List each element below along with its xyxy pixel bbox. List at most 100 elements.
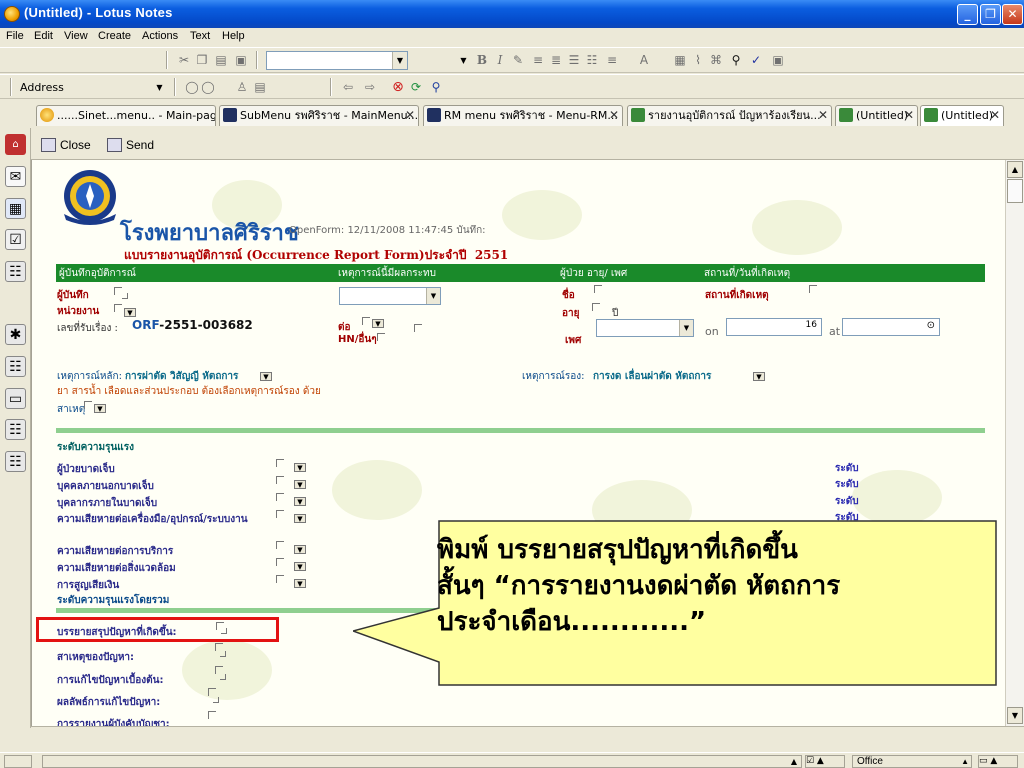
severity-dropdown-icon[interactable]: ▼ — [294, 562, 306, 571]
severity-dropdown-icon[interactable]: ▼ — [294, 545, 306, 554]
link-icon[interactable]: ⌘ — [708, 52, 724, 68]
severity-dropdown-icon[interactable]: ▼ — [294, 579, 306, 588]
chat-icon[interactable]: ◯ — [200, 79, 216, 95]
close-tab-icon[interactable]: ✕ — [904, 106, 914, 125]
clock-icon[interactable]: ⊙ — [927, 320, 935, 331]
forward-icon[interactable]: ⇨ — [362, 79, 378, 95]
refresh-icon[interactable]: ⟳ — [408, 79, 424, 95]
tab-untitled-2[interactable]: (Untitled) ✕ — [920, 105, 1004, 126]
to-dropdown-icon[interactable]: ▼ — [372, 319, 384, 328]
recorder-field[interactable] — [114, 287, 122, 295]
image-icon[interactable]: ▣ — [770, 52, 786, 68]
severity-field[interactable] — [276, 558, 284, 566]
tab-incident-report[interactable]: รายงานอุบัติการณ์ ปัญหาร้องเรียน... ✕ — [627, 105, 832, 126]
menu-edit[interactable]: Edit — [34, 30, 53, 42]
severity-field[interactable] — [276, 493, 284, 501]
cut-icon[interactable]: ✂ — [176, 52, 192, 68]
tab-sinet-menu[interactable]: ......Sinet...menu.. - Main-page... — [36, 105, 216, 126]
replicator-icon[interactable]: ✱ — [5, 324, 26, 345]
italic-icon[interactable]: I — [492, 52, 508, 68]
close-tab-icon[interactable]: ✕ — [818, 106, 828, 125]
copy-link-icon[interactable]: ▣ — [233, 52, 249, 68]
place-field[interactable] — [809, 285, 817, 293]
menu-text[interactable]: Text — [190, 30, 210, 42]
person-icon[interactable]: ♙ — [234, 79, 250, 95]
text-properties-icon[interactable]: A — [636, 52, 652, 68]
search-icon[interactable]: ⚲ — [428, 79, 444, 95]
clock-icon[interactable]: ☷ — [5, 451, 26, 472]
severity-dropdown-icon[interactable]: ▼ — [294, 497, 306, 506]
copy-icon[interactable]: ❐ — [194, 52, 210, 68]
align-center-icon[interactable]: ≣ — [548, 52, 564, 68]
close-tab-icon[interactable]: ✕ — [990, 106, 1000, 125]
status-indicator-icon[interactable]: ☑ ▲ — [805, 755, 845, 768]
bullets-icon[interactable]: ☰ — [566, 52, 582, 68]
to-field[interactable] — [362, 317, 370, 325]
folder-icon[interactable]: ▭ — [5, 388, 26, 409]
menu-create[interactable]: Create — [98, 30, 131, 42]
cause-dropdown-icon[interactable]: ▼ — [94, 404, 106, 413]
severity-field[interactable] — [276, 476, 284, 484]
page-icon[interactable]: ▤ — [252, 79, 268, 95]
cause-field[interactable] — [84, 401, 92, 409]
tab-untitled-1[interactable]: (Untitled) ✕ — [835, 105, 918, 126]
calendar-icon[interactable]: ▦ — [5, 198, 26, 219]
discussion-icon[interactable]: ◯ — [184, 79, 200, 95]
initial-fix-field[interactable] — [215, 666, 223, 674]
time-input[interactable]: ⊙ — [842, 318, 940, 336]
numbering-icon[interactable]: ☷ — [584, 52, 600, 68]
severity-dropdown-icon[interactable]: ▼ — [294, 514, 306, 523]
vertical-scrollbar[interactable]: ▲ ▼ — [1005, 160, 1024, 726]
location-select[interactable]: Office ▲ — [852, 755, 972, 768]
severity-field[interactable] — [276, 459, 284, 467]
tab-rm-menu[interactable]: RM menu รพศิริราช - Menu-RM... ✕ — [423, 105, 623, 126]
fix-result-field[interactable] — [208, 688, 216, 696]
main-event-dropdown-icon[interactable]: ▼ — [260, 372, 272, 381]
align-left-icon[interactable]: ≡ — [530, 52, 546, 68]
attach-icon[interactable]: ⌇ — [690, 52, 706, 68]
menu-help[interactable]: Help — [222, 30, 245, 42]
highlight-icon[interactable]: ✎ — [510, 52, 526, 68]
todo-icon[interactable]: ☷ — [5, 261, 26, 282]
contacts-icon[interactable]: ☑ — [5, 229, 26, 250]
severity-dropdown-icon[interactable]: ▼ — [294, 463, 306, 472]
font-size-select[interactable]: ▼ — [410, 51, 472, 70]
back-icon[interactable]: ⇦ — [340, 79, 356, 95]
report-field[interactable] — [208, 711, 216, 719]
name-field[interactable] — [594, 285, 602, 293]
severity-dropdown-icon[interactable]: ▼ — [294, 480, 306, 489]
database-icon[interactable]: ☷ — [5, 419, 26, 440]
bookmark-icon[interactable]: ☷ — [5, 356, 26, 377]
bold-icon[interactable]: B — [474, 52, 490, 68]
style-select[interactable]: ▼ — [266, 51, 408, 70]
tab-submenu[interactable]: SubMenu รพศิริราช - MainMenu... ✕ — [219, 105, 419, 126]
date-input[interactable]: 16 — [726, 318, 822, 336]
menu-actions[interactable]: Actions — [142, 30, 178, 42]
close-window-button[interactable]: ✕ — [1002, 4, 1023, 25]
sex-select[interactable]: ▼ — [596, 319, 694, 337]
address-input[interactable]: ▼ — [64, 78, 168, 97]
scroll-up-icon[interactable]: ▲ — [1007, 161, 1023, 178]
spellcheck-icon[interactable]: ✓ — [748, 52, 764, 68]
paste-icon[interactable]: ▤ — [213, 52, 229, 68]
scroll-down-icon[interactable]: ▼ — [1007, 707, 1023, 724]
find-icon[interactable]: ⚲ — [728, 52, 744, 68]
inbox-indicator-icon[interactable]: ▭ ▲ — [978, 755, 1018, 768]
scroll-thumb[interactable] — [1007, 179, 1023, 203]
cause-problem-field[interactable] — [215, 643, 223, 651]
minimize-button[interactable]: _ — [957, 4, 978, 25]
table-icon[interactable]: ▦ — [672, 52, 688, 68]
menu-view[interactable]: View — [64, 30, 88, 42]
main-event-value[interactable]: การผ่าตัด วิสัญญี หัตถการ — [125, 369, 238, 384]
event-impact-select[interactable]: ▼ — [339, 287, 441, 305]
sub-event-value[interactable]: การงด เลื่อนผ่าตัด หัตถการ — [593, 369, 711, 384]
severity-field[interactable] — [276, 575, 284, 583]
indent-icon[interactable]: ≡ — [604, 52, 620, 68]
age-field[interactable] — [592, 303, 600, 311]
home-icon[interactable]: ⌂ — [5, 134, 26, 155]
severity-field[interactable] — [276, 510, 284, 518]
unit-dropdown-icon[interactable]: ▼ — [124, 308, 136, 317]
mail-icon[interactable]: ✉ — [5, 166, 26, 187]
menu-file[interactable]: File — [6, 30, 24, 42]
sub-event-dropdown-icon[interactable]: ▼ — [753, 372, 765, 381]
